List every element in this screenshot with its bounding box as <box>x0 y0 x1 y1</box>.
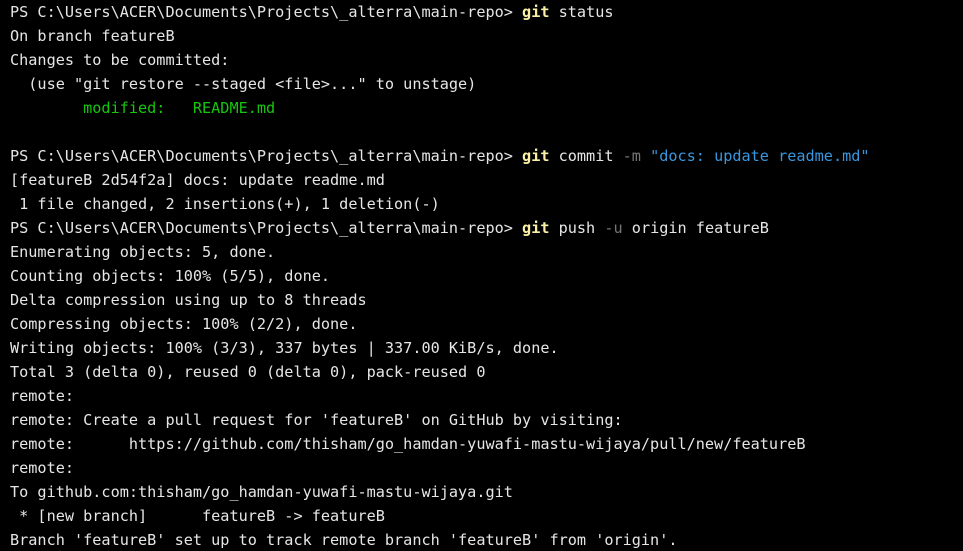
prompt: PS C:\Users\ACER\Documents\Projects\_alt… <box>10 147 523 165</box>
output-line: Total 3 (delta 0), reused 0 (delta 0), p… <box>10 363 486 381</box>
output-line: (use "git restore --staged <file>..." to… <box>10 75 477 93</box>
prompt: PS C:\Users\ACER\Documents\Projects\_alt… <box>10 219 523 237</box>
command-name: git <box>522 219 550 237</box>
command-flag: -m <box>622 147 641 165</box>
command-args: status <box>549 3 614 21</box>
modified-file: README.md <box>192 99 276 117</box>
output-line: remote: <box>10 459 75 477</box>
output-line: [featureB 2d54f2a] docs: update readme.m… <box>10 171 385 189</box>
terminal-window[interactable]: PS C:\Users\ACER\Documents\Projects\_alt… <box>0 0 963 551</box>
command-line-commit: PS C:\Users\ACER\Documents\Projects\_alt… <box>10 144 963 168</box>
command-line-status: PS C:\Users\ACER\Documents\Projects\_alt… <box>10 0 963 24</box>
output-line: Compressing objects: 100% (2/2), done. <box>10 315 358 333</box>
modified-label: modified: <box>10 99 193 117</box>
command-name: git <box>522 147 550 165</box>
output-line: On branch featureB <box>10 27 175 45</box>
output-line: Changes to be committed: <box>10 51 230 69</box>
output-line: Delta compression using up to 8 threads <box>10 291 367 309</box>
command-args: push <box>549 219 605 237</box>
command-args: commit <box>549 147 623 165</box>
output-line: Enumerating objects: 5, done. <box>10 243 276 261</box>
output-line: Writing objects: 100% (3/3), 337 bytes |… <box>10 339 559 357</box>
output-line: Counting objects: 100% (5/5), done. <box>10 267 331 285</box>
output-line: Branch 'featureB' set up to track remote… <box>10 531 678 549</box>
output-line: remote: Create a pull request for 'featu… <box>10 411 623 429</box>
output-line: remote: <box>10 387 75 405</box>
commit-message: "docs: update readme.md" <box>640 147 870 165</box>
output-line: * [new branch] featureB -> featureB <box>10 507 385 525</box>
output-line: 1 file changed, 2 insertions(+), 1 delet… <box>10 195 440 213</box>
command-line-push: PS C:\Users\ACER\Documents\Projects\_alt… <box>10 216 963 240</box>
output-line: To github.com:thisham/go_hamdan-yuwafi-m… <box>10 483 513 501</box>
prompt: PS C:\Users\ACER\Documents\Projects\_alt… <box>10 3 523 21</box>
command-flag: -u <box>604 219 623 237</box>
command-rest: origin featureB <box>622 219 769 237</box>
command-name: git <box>522 3 550 21</box>
output-line-modified: modified: README.md <box>10 96 963 120</box>
output-line-url[interactable]: remote: https://github.com/thisham/go_ha… <box>10 432 963 456</box>
